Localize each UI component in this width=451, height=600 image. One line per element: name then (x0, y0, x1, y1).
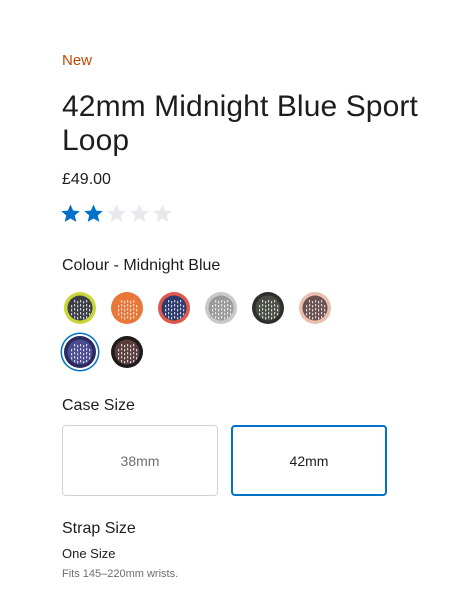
colour-swatch-grey[interactable] (203, 290, 239, 326)
strap-size-note: Fits 145–220mm wrists. (62, 568, 179, 580)
product-options-panel: New 42mm Midnight Blue Sport Loop £49.00… (0, 0, 451, 600)
colour-swatch-midnight-blue[interactable] (62, 334, 98, 370)
product-price: £49.00 (62, 171, 111, 188)
star-empty-icon (153, 204, 172, 222)
star-filled-icon (84, 204, 103, 222)
case-size-38mm-button[interactable]: 38mm (62, 425, 218, 496)
colour-swatch-red-navy[interactable] (156, 290, 192, 326)
colour-swatch-pink-sand[interactable] (297, 290, 333, 326)
sport-loop-weave-icon (252, 292, 284, 324)
sport-loop-weave-icon (158, 292, 190, 324)
rating-stars (60, 203, 173, 224)
colour-label: Colour - Midnight Blue (62, 257, 221, 274)
star-filled-icon (61, 204, 80, 222)
colour-swatch-lime[interactable] (62, 290, 98, 326)
sport-loop-weave-icon (111, 292, 143, 324)
new-badge: New (62, 52, 93, 69)
colour-swatch-orange[interactable] (109, 290, 145, 326)
strap-size-label: Strap Size (62, 520, 136, 537)
colour-swatch-charcoal[interactable] (250, 290, 286, 326)
star-empty-icon (107, 204, 126, 222)
case-size-label: Case Size (62, 397, 135, 414)
colour-swatch-black[interactable] (109, 334, 145, 370)
sport-loop-weave-icon (299, 292, 331, 324)
strap-size-value: One Size (62, 546, 116, 561)
sport-loop-weave-icon (64, 292, 96, 324)
sport-loop-weave-icon (64, 336, 96, 368)
case-size-42mm-button[interactable]: 42mm (231, 425, 387, 496)
star-empty-icon (130, 204, 149, 222)
sport-loop-weave-icon (205, 292, 237, 324)
sport-loop-weave-icon (111, 336, 143, 368)
product-title: 42mm Midnight Blue Sport Loop (62, 90, 418, 157)
